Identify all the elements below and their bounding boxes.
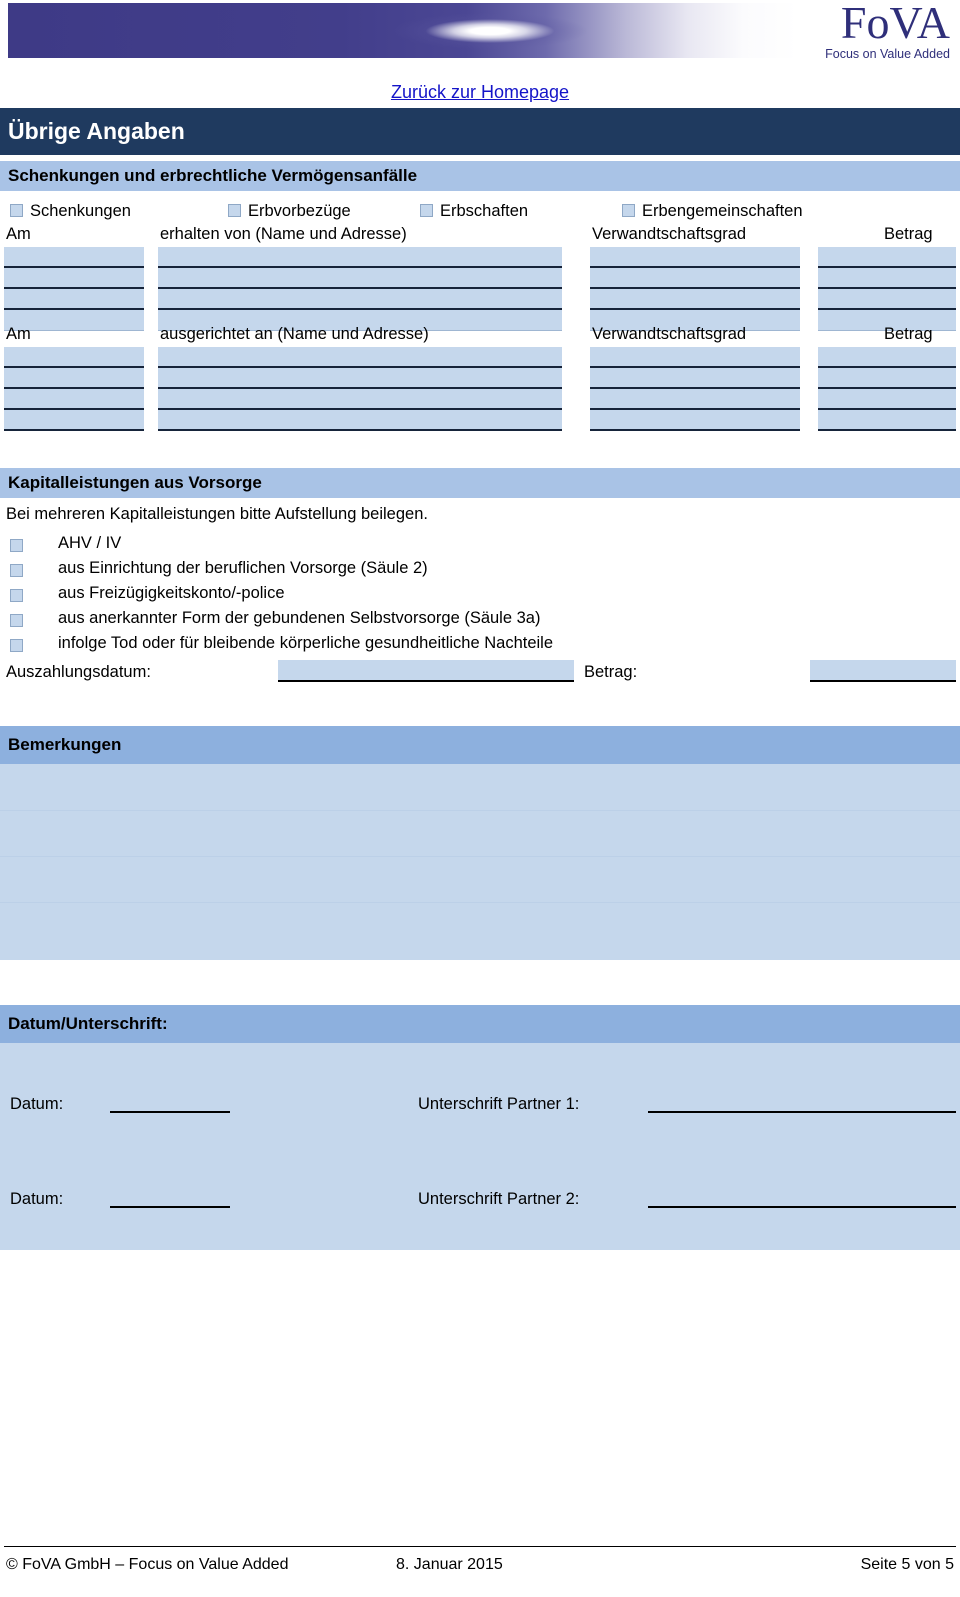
fova-logo: FoVA Focus on Value Added xyxy=(770,0,950,66)
option-label-berufliche-vorsorge: aus Einrichtung der beruflichen Vorsorge… xyxy=(58,559,428,577)
option-label-ahv-iv: AHV / IV xyxy=(58,534,122,552)
col-header-received-relation: Verwandtschaftsgrad xyxy=(592,225,747,243)
table-cell[interactable] xyxy=(158,368,562,389)
pension-note: Bei mehreren Kapitalleistungen bitte Auf… xyxy=(6,505,428,523)
table-cell[interactable] xyxy=(818,368,956,389)
payout-date-input[interactable] xyxy=(278,660,574,682)
section-header-gifts: Schenkungen und erbrechtliche Vermögensa… xyxy=(0,161,960,191)
back-to-homepage-link[interactable]: Zurück zur Homepage xyxy=(391,82,569,103)
table-cell[interactable] xyxy=(4,389,144,410)
table-cell[interactable] xyxy=(4,247,144,268)
signature-row-2-date-label: Datum: xyxy=(10,1190,64,1208)
table-cell[interactable] xyxy=(4,268,144,289)
table-cell[interactable] xyxy=(590,247,800,268)
table-cell[interactable] xyxy=(158,289,562,310)
table-cell[interactable] xyxy=(4,289,144,310)
checkbox-infolge-tod[interactable] xyxy=(10,639,23,652)
logo-wordmark: FoVA xyxy=(840,0,950,48)
table-cell[interactable] xyxy=(158,347,562,368)
checkbox-berufliche-vorsorge[interactable] xyxy=(10,564,23,577)
signature-row-1-signature-input[interactable] xyxy=(648,1092,956,1113)
section-header-remarks-label: Bemerkungen xyxy=(8,735,122,754)
table-cell[interactable] xyxy=(818,268,956,289)
payout-date-label: Auszahlungsdatum: xyxy=(6,663,151,681)
signature-panel xyxy=(0,1043,960,1250)
checkbox-freizuegigkeitskonto[interactable] xyxy=(10,589,23,602)
footer-copyright: © FoVA GmbH – Focus on Value Added xyxy=(6,1556,289,1573)
section-header-signature-label: Datum/Unterschrift: xyxy=(8,1014,168,1033)
section-header-pension-label: Kapitalleistungen aus Vorsorge xyxy=(8,473,262,492)
table-cell[interactable] xyxy=(158,268,562,289)
logo-tagline: Focus on Value Added xyxy=(825,47,950,61)
col-header-received-amount: Betrag xyxy=(884,225,933,243)
remarks-guide-line xyxy=(0,902,960,903)
table-cell[interactable] xyxy=(158,247,562,268)
checkbox-erbschaften[interactable] xyxy=(420,204,433,217)
payout-amount-input[interactable] xyxy=(810,660,956,682)
col-header-given-relation: Verwandtschaftsgrad xyxy=(592,325,747,343)
signature-row-1-date-label: Datum: xyxy=(10,1095,64,1113)
section-header-pension: Kapitalleistungen aus Vorsorge xyxy=(0,468,960,498)
table-cell[interactable] xyxy=(590,410,800,431)
table-cell[interactable] xyxy=(818,247,956,268)
section-header-gifts-label: Schenkungen und erbrechtliche Vermögensa… xyxy=(8,166,418,185)
col-header-given-amount: Betrag xyxy=(884,325,933,343)
signature-row-2-date-input[interactable] xyxy=(110,1187,230,1208)
option-label-selbstvorsorge-3a: aus anerkannter Form der gebundenen Selb… xyxy=(58,609,541,627)
table-cell[interactable] xyxy=(4,368,144,389)
section-header-signature: Datum/Unterschrift: xyxy=(0,1005,960,1043)
checkbox-ahv-iv[interactable] xyxy=(10,539,23,552)
payout-amount-label: Betrag: xyxy=(584,663,638,681)
table-cell[interactable] xyxy=(590,268,800,289)
table-cell[interactable] xyxy=(590,389,800,410)
table-cell[interactable] xyxy=(158,389,562,410)
signature-row-1-signature-label: Unterschrift Partner 1: xyxy=(418,1095,580,1113)
checkbox-erbengemeinschaften[interactable] xyxy=(622,204,635,217)
table-cell[interactable] xyxy=(4,347,144,368)
col-header-received-from: erhalten von (Name und Adresse) xyxy=(160,225,407,243)
table-cell[interactable] xyxy=(818,410,956,431)
checkbox-label-erbvorbezuege: Erbvorbezüge xyxy=(248,202,351,220)
option-label-infolge-tod: infolge Tod oder für bleibende körperlic… xyxy=(58,634,554,652)
back-link-row: Zurück zur Homepage xyxy=(0,82,960,103)
remarks-guide-line xyxy=(0,856,960,857)
banner-gradient-graphic xyxy=(8,3,798,58)
remarks-guide-line xyxy=(0,810,960,811)
table-cell[interactable] xyxy=(158,410,562,431)
checkbox-erbvorbezuege[interactable] xyxy=(228,204,241,217)
footer-page-number: Seite 5 von 5 xyxy=(860,1556,954,1573)
page-title: Übrige Angaben xyxy=(8,118,185,144)
table-cell[interactable] xyxy=(818,347,956,368)
footer-divider xyxy=(4,1546,956,1547)
col-header-given-to: ausgerichtet an (Name und Adresse) xyxy=(160,325,429,343)
checkbox-label-erbschaften: Erbschaften xyxy=(440,202,529,220)
signature-row-2-signature-input[interactable] xyxy=(648,1187,956,1208)
table-cell[interactable] xyxy=(4,410,144,431)
remarks-textarea[interactable] xyxy=(0,764,960,960)
checkbox-label-erbengemeinschaften: Erbengemeinschaften xyxy=(642,202,803,220)
table-cell[interactable] xyxy=(590,368,800,389)
table-cell[interactable] xyxy=(818,389,956,410)
checkbox-schenkungen[interactable] xyxy=(10,204,23,217)
table-cell[interactable] xyxy=(590,289,800,310)
signature-row-2-signature-label: Unterschrift Partner 2: xyxy=(418,1190,580,1208)
table-cell[interactable] xyxy=(818,289,956,310)
section-header-remarks: Bemerkungen xyxy=(0,726,960,764)
checkbox-selbstvorsorge-3a[interactable] xyxy=(10,614,23,627)
col-header-received-date: Am xyxy=(6,225,31,243)
col-header-given-date: Am xyxy=(6,325,31,343)
page-banner: FoVA Focus on Value Added xyxy=(0,0,960,70)
table-cell[interactable] xyxy=(590,347,800,368)
option-label-freizuegigkeitskonto: aus Freizügigkeitskonto/-police xyxy=(58,584,285,602)
footer-date: 8. Januar 2015 xyxy=(396,1556,503,1573)
checkbox-label-schenkungen: Schenkungen xyxy=(30,202,131,220)
page-title-bar: Übrige Angaben xyxy=(0,108,960,155)
signature-row-1-date-input[interactable] xyxy=(110,1092,230,1113)
